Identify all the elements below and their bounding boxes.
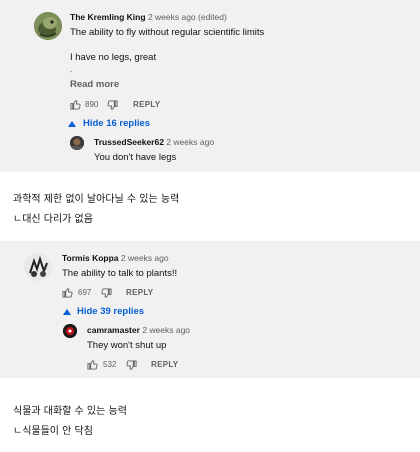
comment-author[interactable]: Tormis Koppa 2 weeks ago bbox=[62, 253, 169, 263]
avatar[interactable] bbox=[24, 253, 52, 281]
caret-up-icon[interactable] bbox=[63, 309, 71, 315]
hide-replies-button[interactable]: Hide 16 replies bbox=[83, 118, 150, 129]
comment-thread-1: The Kremling King 2 weeks ago (edited) T… bbox=[0, 0, 420, 172]
reply-button[interactable]: REPLY bbox=[151, 360, 178, 369]
caption-line: ㄴ대신 다리가 없음 bbox=[13, 214, 93, 225]
thumbs-down-icon[interactable] bbox=[101, 288, 112, 299]
thumbs-up-icon[interactable] bbox=[62, 287, 73, 298]
reply-text: You don't have legs bbox=[94, 152, 177, 163]
thumbs-up-icon[interactable] bbox=[70, 99, 81, 110]
reply-timestamp[interactable]: 2 weeks ago bbox=[166, 137, 214, 147]
like-count: 697 bbox=[78, 288, 92, 297]
avatar[interactable] bbox=[34, 12, 62, 40]
comment-text-line: The ability to fly without regular scien… bbox=[70, 27, 265, 38]
thumbs-down-icon[interactable] bbox=[126, 360, 137, 371]
caret-up-icon[interactable] bbox=[68, 121, 76, 127]
like-count: 532 bbox=[103, 360, 117, 369]
caption-line: 과학적 제한 없이 날아다닐 수 있는 능력 bbox=[13, 194, 180, 205]
avatar[interactable] bbox=[63, 324, 77, 338]
reply-button[interactable]: REPLY bbox=[126, 288, 153, 297]
hide-replies-button[interactable]: Hide 39 replies bbox=[77, 306, 144, 317]
reply-text: They won't shut up bbox=[87, 340, 167, 351]
reply-button[interactable]: REPLY bbox=[133, 100, 160, 109]
comment-thread-2: Tormis Koppa 2 weeks ago The ability to … bbox=[0, 241, 420, 378]
avatar[interactable] bbox=[70, 136, 84, 150]
comment-timestamp[interactable]: 2 weeks ago bbox=[121, 253, 169, 263]
read-more-link[interactable]: Read more bbox=[70, 79, 119, 90]
reply-author[interactable]: camramaster 2 weeks ago bbox=[87, 325, 190, 335]
caption-line: ㄴ식물들이 안 닥침 bbox=[13, 426, 93, 437]
comment-text-line: - bbox=[70, 67, 73, 76]
comment-text-line: I have no legs, great bbox=[70, 52, 157, 63]
thumbs-down-icon[interactable] bbox=[107, 100, 118, 111]
caption-line: 식물과 대화할 수 있는 능력 bbox=[13, 406, 127, 417]
like-count: 890 bbox=[85, 100, 99, 109]
comment-timestamp[interactable]: 2 weeks ago (edited) bbox=[148, 12, 227, 22]
thumbs-up-icon[interactable] bbox=[87, 359, 98, 370]
comment-author[interactable]: The Kremling King 2 weeks ago (edited) bbox=[70, 12, 227, 22]
reply-timestamp[interactable]: 2 weeks ago bbox=[142, 325, 190, 335]
comment-text: The ability to talk to plants!! bbox=[62, 268, 178, 279]
reply-author[interactable]: TrussedSeeker62 2 weeks ago bbox=[94, 137, 214, 147]
